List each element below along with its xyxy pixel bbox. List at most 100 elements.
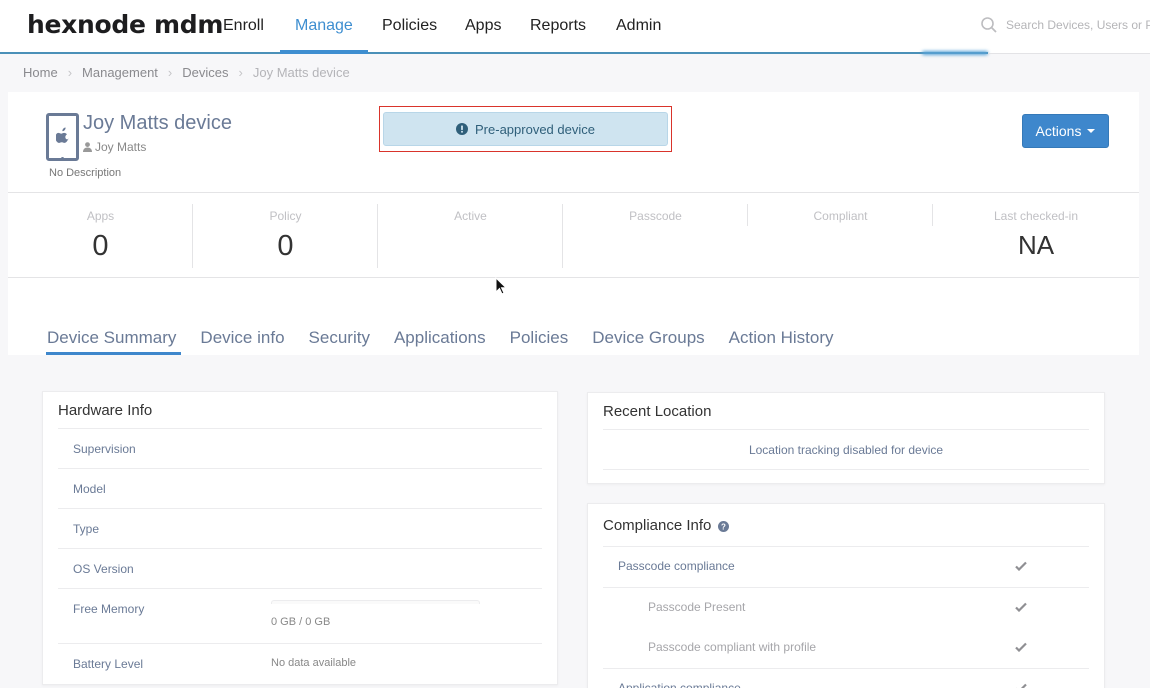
device-tabs: Device Summary Device info Security Appl… bbox=[45, 328, 858, 355]
hw-label-type: Type bbox=[73, 522, 100, 536]
nav-active-indicator bbox=[280, 50, 368, 54]
stat-apps[interactable]: Apps 0 bbox=[8, 193, 193, 277]
panel-title: Compliance Info ? bbox=[603, 517, 729, 534]
stat-label: Policy bbox=[269, 209, 302, 223]
nav-reports[interactable]: Reports bbox=[530, 17, 586, 35]
stat-value: 0 bbox=[92, 230, 109, 262]
divider bbox=[58, 468, 542, 469]
stat-compliant: Compliant bbox=[748, 193, 933, 277]
stat-last-checked-in: Last checked-in NA bbox=[933, 193, 1139, 277]
check-icon bbox=[1015, 561, 1027, 571]
tab-action-history[interactable]: Action History bbox=[729, 328, 834, 355]
breadcrumb-current: Joy Matts device bbox=[252, 65, 350, 80]
hw-label-battery-level: Battery Level bbox=[73, 657, 144, 671]
caret-down-icon bbox=[1087, 129, 1096, 133]
divider bbox=[58, 588, 542, 589]
stat-policy[interactable]: Policy 0 bbox=[193, 193, 378, 277]
tab-applications[interactable]: Applications bbox=[394, 328, 486, 355]
recent-location-panel: Recent Location Location tracking disabl… bbox=[587, 392, 1105, 484]
owner-name: Joy Matts bbox=[95, 140, 147, 154]
nav-divider bbox=[988, 53, 1150, 54]
exclamation-circle-icon bbox=[456, 123, 469, 135]
compliance-passcode[interactable]: Passcode compliance bbox=[618, 559, 735, 573]
tablet-home-button bbox=[61, 157, 64, 160]
compliance-title-text: Compliance Info bbox=[603, 517, 712, 534]
nav-policies[interactable]: Policies bbox=[382, 17, 437, 35]
divider bbox=[58, 548, 542, 549]
tab-device-info[interactable]: Device info bbox=[200, 328, 284, 355]
apple-icon bbox=[56, 127, 69, 143]
hexnode-logo[interactable]: hexnode mdm bbox=[27, 10, 223, 39]
nav-manage[interactable]: Manage bbox=[295, 17, 353, 35]
check-icon bbox=[1016, 683, 1027, 688]
global-search[interactable] bbox=[980, 16, 1150, 34]
stat-label: Passcode bbox=[629, 209, 682, 223]
actions-label: Actions bbox=[1035, 123, 1082, 139]
divider bbox=[58, 428, 542, 429]
search-input[interactable] bbox=[1006, 18, 1150, 32]
search-icon bbox=[981, 17, 997, 33]
hw-value-battery-level: No data available bbox=[271, 657, 357, 669]
breadcrumb-home[interactable]: Home bbox=[23, 65, 58, 80]
chevron-right-icon: › bbox=[67, 65, 73, 80]
panel-title: Recent Location bbox=[603, 403, 712, 420]
location-message: Location tracking disabled for device bbox=[748, 443, 944, 457]
check-icon bbox=[1015, 602, 1027, 612]
svg-text:?: ? bbox=[721, 522, 726, 531]
compliance-info-panel: Compliance Info ? Passcode compliance Pa… bbox=[587, 503, 1105, 688]
check-icon bbox=[1015, 642, 1027, 652]
hw-value-free-memory: 0 GB / 0 GB bbox=[271, 616, 331, 628]
device-header-card: Joy Matts device Joy Matts No Descriptio… bbox=[8, 92, 1139, 355]
hardware-info-panel: Hardware Info Supervision Model Type OS … bbox=[42, 391, 558, 685]
tab-device-groups[interactable]: Device Groups bbox=[592, 328, 704, 355]
hw-label-model: Model bbox=[73, 482, 106, 496]
tab-security[interactable]: Security bbox=[309, 328, 370, 355]
compliance-passcode-present: Passcode Present bbox=[648, 600, 746, 614]
hw-label-supervision: Supervision bbox=[73, 442, 136, 456]
compliance-application[interactable]: Application compliance bbox=[618, 681, 741, 688]
stat-value: 0 bbox=[277, 230, 294, 262]
preapproved-banner[interactable]: Pre-approved device bbox=[383, 112, 668, 146]
tab-device-summary[interactable]: Device Summary bbox=[45, 328, 182, 355]
hw-label-free-memory: Free Memory bbox=[73, 602, 145, 616]
stat-label: Apps bbox=[86, 209, 115, 223]
tab-policies[interactable]: Policies bbox=[510, 328, 569, 355]
device-description: No Description bbox=[49, 167, 122, 179]
device-stats: Apps 0 Policy 0 Active Passcode Complian… bbox=[8, 192, 1139, 278]
nav-enroll[interactable]: Enroll bbox=[223, 17, 264, 35]
hw-label-os-version: OS Version bbox=[73, 562, 134, 576]
actions-button[interactable]: Actions bbox=[1022, 114, 1109, 148]
highlight-outline: Pre-approved device bbox=[379, 106, 672, 152]
breadcrumb: Home › Management › Devices › Joy Matts … bbox=[23, 65, 350, 80]
memory-progress-bar bbox=[271, 600, 480, 604]
stat-active: Active bbox=[378, 193, 563, 277]
nav-progress-glow bbox=[922, 51, 988, 55]
divider bbox=[58, 643, 542, 644]
user-icon bbox=[83, 142, 92, 152]
breadcrumb-devices[interactable]: Devices bbox=[182, 65, 228, 80]
stat-passcode: Passcode bbox=[563, 193, 748, 277]
stat-label: Compliant bbox=[813, 209, 868, 223]
divider bbox=[603, 429, 1089, 430]
nav-apps[interactable]: Apps bbox=[465, 17, 501, 35]
divider bbox=[603, 587, 1089, 588]
breadcrumb-management[interactable]: Management bbox=[82, 65, 158, 80]
help-circle-icon[interactable]: ? bbox=[717, 520, 729, 532]
mouse-cursor-icon bbox=[495, 277, 507, 295]
divider bbox=[58, 508, 542, 509]
chevron-right-icon: › bbox=[238, 65, 243, 80]
top-navbar: hexnode mdm Enroll Manage Policies Apps … bbox=[0, 0, 1150, 55]
preapproved-label: Pre-approved device bbox=[475, 121, 595, 137]
stat-value: NA bbox=[1017, 230, 1055, 260]
divider bbox=[603, 546, 1089, 547]
compliance-passcode-profile: Passcode compliant with profile bbox=[648, 640, 817, 654]
tablet-device-icon bbox=[46, 113, 79, 161]
nav-admin[interactable]: Admin bbox=[616, 17, 661, 35]
chevron-right-icon: › bbox=[167, 65, 173, 80]
stat-label: Last checked-in bbox=[993, 209, 1079, 223]
device-owner[interactable]: Joy Matts bbox=[83, 140, 146, 154]
divider bbox=[603, 469, 1089, 470]
panel-title: Hardware Info bbox=[58, 402, 153, 419]
divider bbox=[603, 668, 1089, 669]
stat-label: Active bbox=[454, 209, 487, 223]
